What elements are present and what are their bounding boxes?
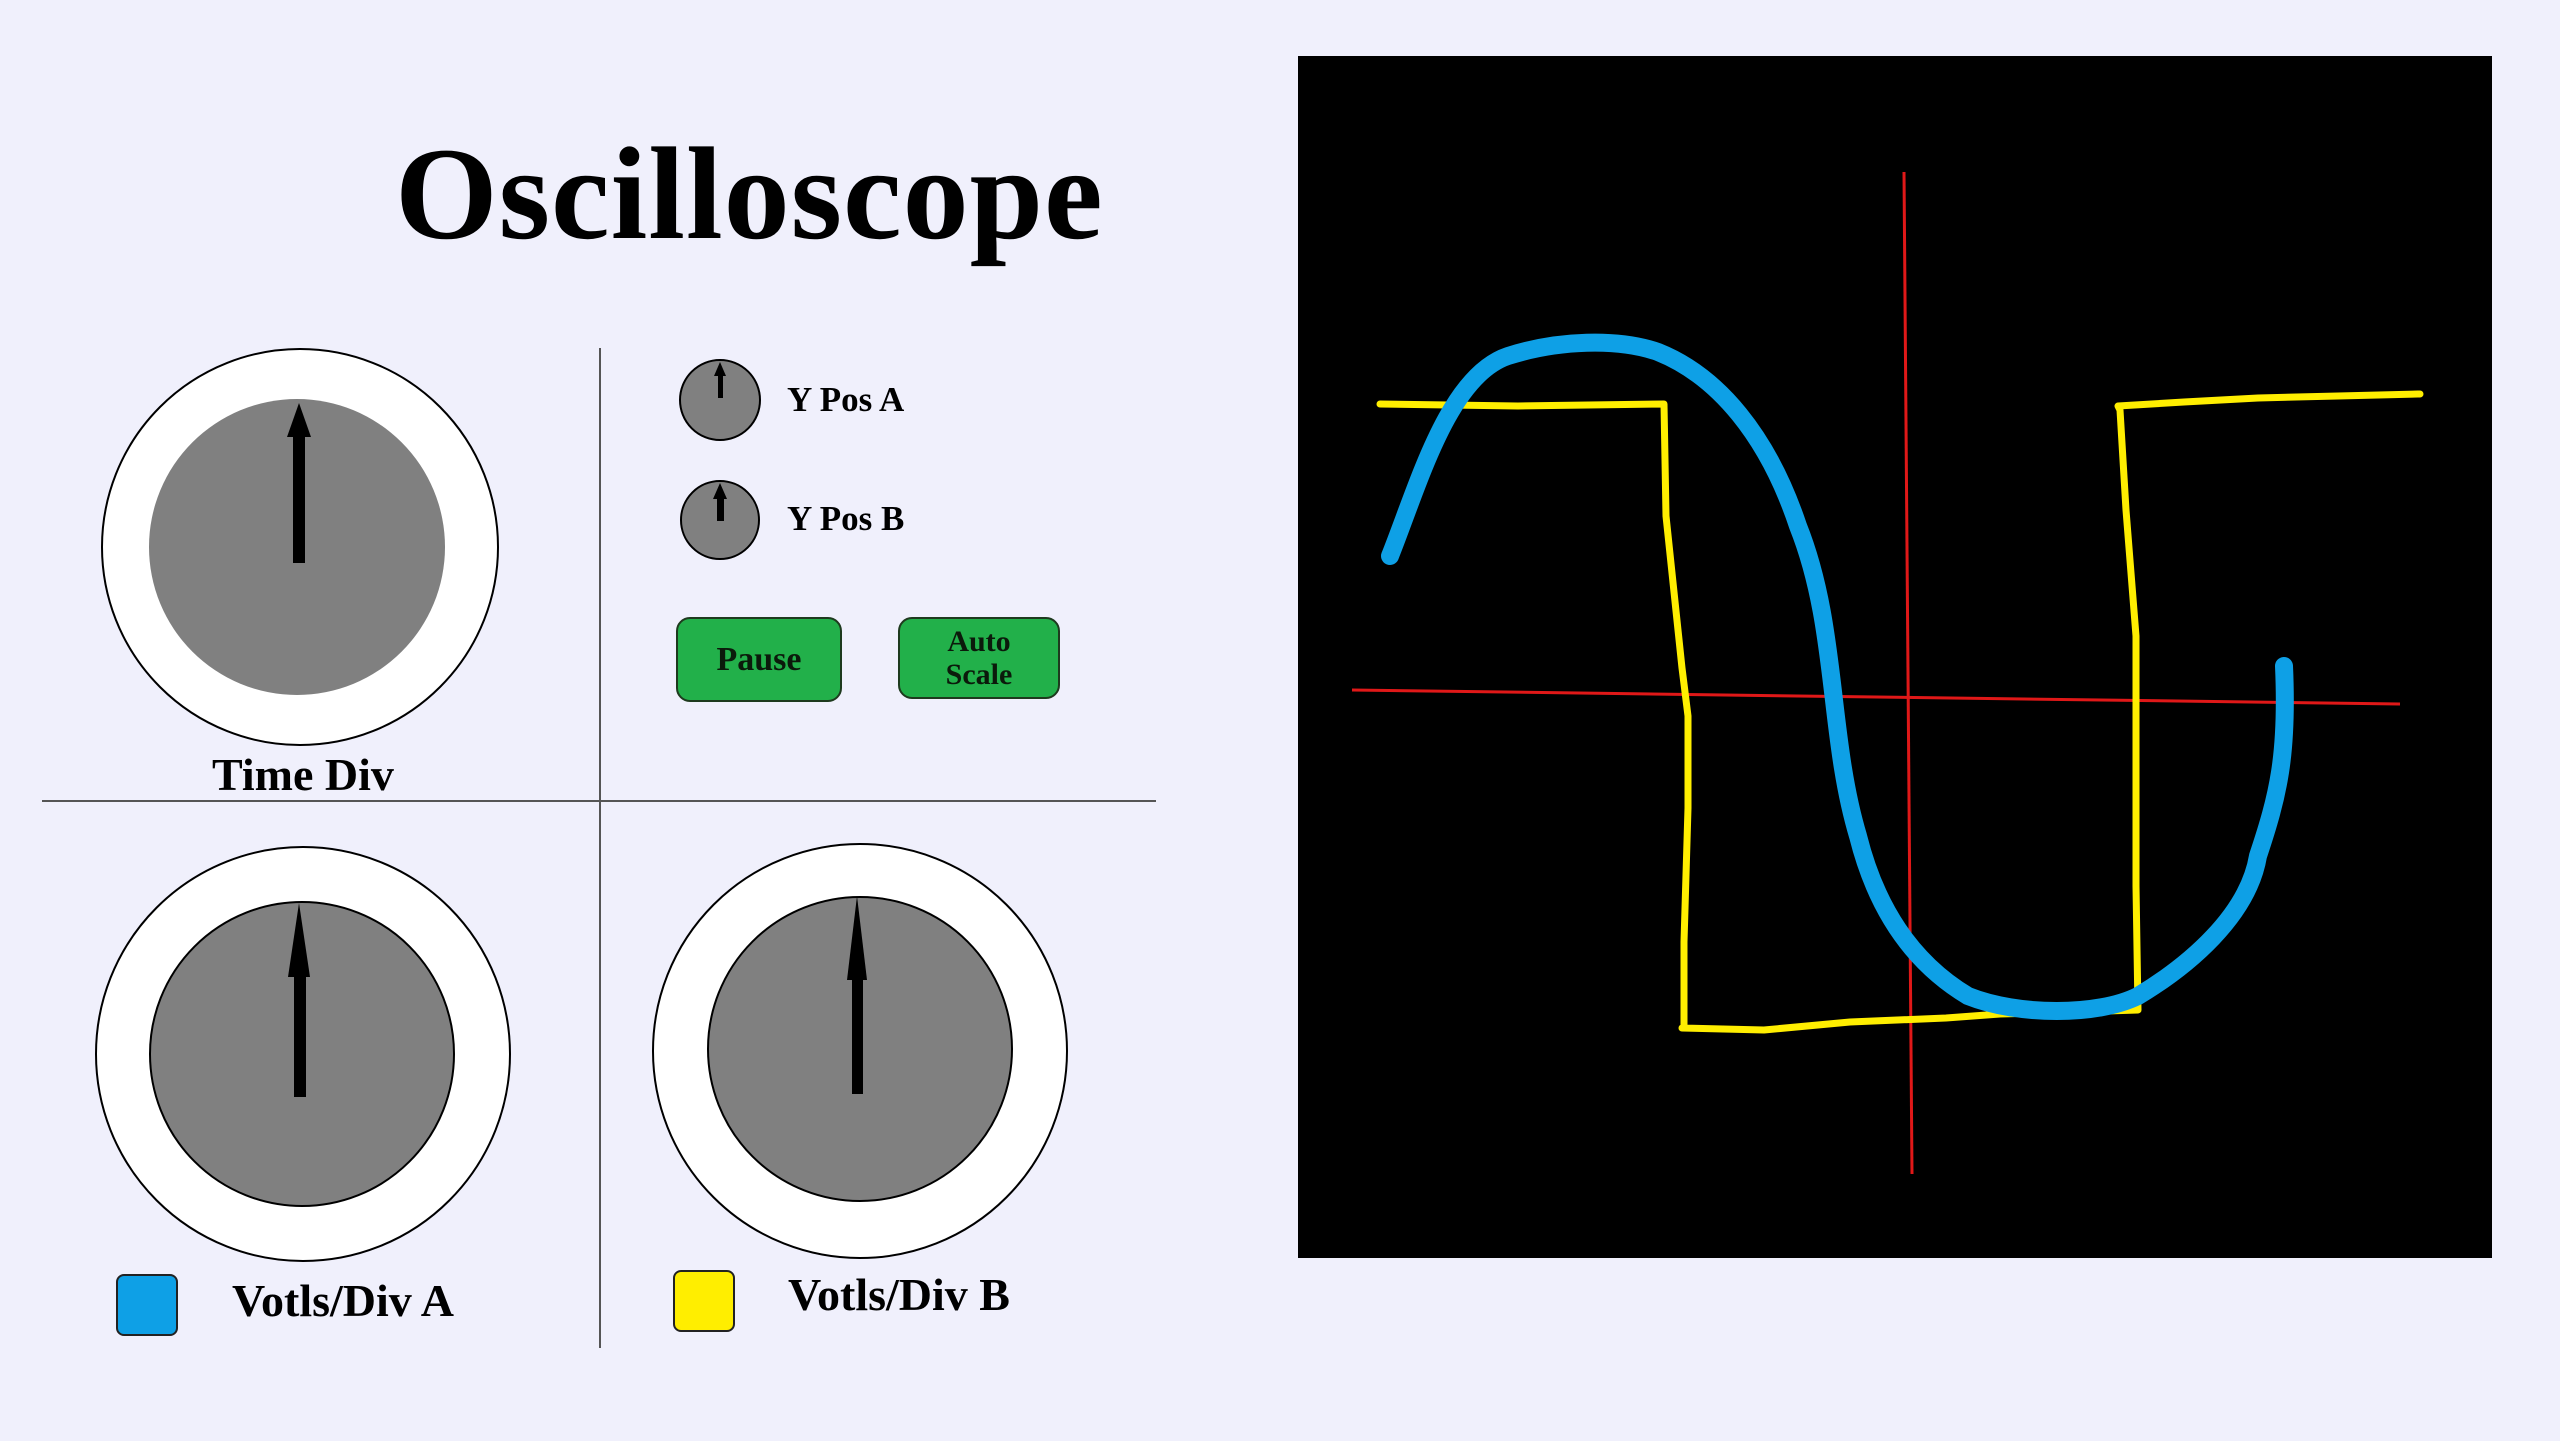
- y-pos-a-knob[interactable]: [678, 358, 762, 442]
- oscilloscope-app: Oscilloscope Time Div Y Pos A Y Pos B Pa…: [0, 0, 2560, 1441]
- time-div-label: Time Div: [212, 749, 394, 800]
- page-title: Oscilloscope: [395, 120, 1104, 267]
- channel-a-trace: [1381, 333, 2294, 1020]
- volts-div-b-label: Votls/Div B: [788, 1269, 1010, 1320]
- pause-button[interactable]: Pause: [676, 617, 842, 702]
- channel-a-color-swatch: [116, 1274, 178, 1336]
- scope-x-axis: [1351, 688, 2401, 706]
- volts-div-a-knob[interactable]: [94, 845, 512, 1263]
- time-div-knob[interactable]: [100, 347, 500, 747]
- scope-canvas: [1351, 171, 2424, 1175]
- y-pos-b-knob[interactable]: [679, 479, 761, 561]
- channel-b-color-swatch: [673, 1270, 735, 1332]
- auto-scale-label-line2: Scale: [945, 658, 1013, 691]
- auto-scale-button[interactable]: Auto Scale: [898, 617, 1060, 699]
- panel-divider-horizontal: [42, 800, 1156, 802]
- panel-divider-vertical-top: [599, 348, 601, 800]
- auto-scale-label-line1: Auto: [947, 625, 1011, 658]
- volts-div-a-label: Votls/Div A: [232, 1275, 454, 1326]
- scope-y-axis: [1902, 171, 1914, 1175]
- y-pos-a-label: Y Pos A: [787, 380, 905, 419]
- panel-divider-vertical-bottom: [599, 800, 601, 1348]
- volts-div-b-knob[interactable]: [651, 842, 1069, 1260]
- scope-display: [1298, 56, 2492, 1258]
- y-pos-b-label: Y Pos B: [787, 499, 905, 538]
